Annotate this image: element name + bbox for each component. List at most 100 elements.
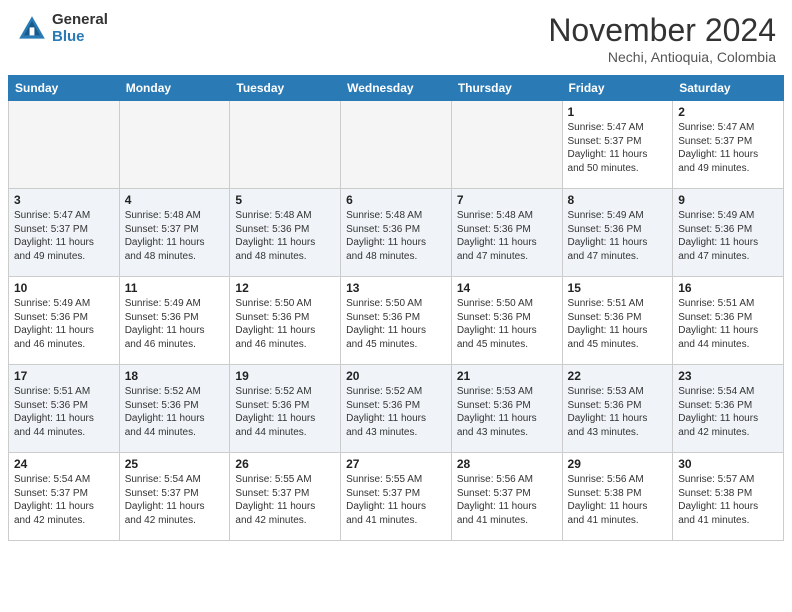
- day-info: Sunrise: 5:51 AM Sunset: 5:36 PM Dayligh…: [14, 385, 114, 439]
- day-number: 7: [457, 193, 557, 207]
- calendar-week-row: 1 Sunrise: 5:47 AM Sunset: 5:37 PM Daylig…: [9, 101, 784, 189]
- calendar-week-row: 24 Sunrise: 5:54 AM Sunset: 5:37 PM Dayli…: [9, 453, 784, 541]
- day-info: Sunrise: 5:54 AM Sunset: 5:37 PM Dayligh…: [125, 473, 225, 527]
- calendar-cell: 21Sunrise: 5:53 AM Sunset: 5:36 PM Dayli…: [451, 365, 562, 453]
- day-number: 6: [346, 193, 446, 207]
- day-info: Sunrise: 5:49 AM Sunset: 5:36 PM Dayligh…: [678, 209, 778, 263]
- calendar-cell: 26 Sunrise: 5:55 AM Sunset: 5:37 PM Dayli…: [230, 453, 341, 541]
- day-number: 16: [678, 281, 778, 295]
- calendar-cell: 3 Sunrise: 5:47 AM Sunset: 5:37 PM Daylig…: [9, 189, 120, 277]
- calendar-cell: 29 Sunrise: 5:56 AM Sunset: 5:38 PM Dayli…: [562, 453, 673, 541]
- day-number: 21: [457, 369, 557, 383]
- day-info: Sunrise: 5:51 AM Sunset: 5:36 PM Dayligh…: [568, 297, 668, 351]
- calendar-cell: 5 Sunrise: 5:48 AM Sunset: 5:36 PM Daylig…: [230, 189, 341, 277]
- day-number: 15: [568, 281, 668, 295]
- day-number: 29: [568, 457, 668, 471]
- calendar-cell: 2 Sunrise: 5:47 AM Sunset: 5:37 PM Daylig…: [673, 101, 784, 189]
- day-info: Sunrise: 5:55 AM Sunset: 5:37 PM Dayligh…: [346, 473, 446, 527]
- day-info: Sunrise: 5:47 AM Sunset: 5:37 PM Dayligh…: [14, 209, 114, 263]
- day-info: Sunrise: 5:47 AM Sunset: 5:37 PM Dayligh…: [678, 121, 778, 175]
- calendar-cell: 1Sunrise: 5:47 AM Sunset: 5:37 PM Daylig…: [562, 101, 673, 189]
- day-number: 24: [14, 457, 114, 471]
- page: General Blue November 2024 Nechi, Antioq…: [0, 0, 792, 612]
- day-number: 17: [14, 369, 114, 383]
- logo-icon: [16, 13, 48, 45]
- day-info: Sunrise: 5:56 AM Sunset: 5:37 PM Dayligh…: [457, 473, 557, 527]
- day-info: Sunrise: 5:50 AM Sunset: 5:36 PM Dayligh…: [346, 297, 446, 351]
- day-number: 19: [235, 369, 335, 383]
- calendar-cell: 15 Sunrise: 5:51 AM Sunset: 5:36 PM Dayli…: [562, 277, 673, 365]
- day-info: Sunrise: 5:48 AM Sunset: 5:36 PM Dayligh…: [457, 209, 557, 263]
- day-number: 1: [568, 105, 668, 119]
- calendar-cell: 11 Sunrise: 5:49 AM Sunset: 5:36 PM Dayli…: [119, 277, 230, 365]
- calendar-weekday-tuesday: Tuesday: [230, 76, 341, 101]
- calendar-cell: 27 Sunrise: 5:55 AM Sunset: 5:37 PM Dayli…: [341, 453, 452, 541]
- calendar-cell: [230, 101, 341, 189]
- calendar-table: SundayMondayTuesdayWednesdayThursdayFrid…: [8, 75, 784, 541]
- calendar-cell: 9Sunrise: 5:49 AM Sunset: 5:36 PM Daylig…: [673, 189, 784, 277]
- day-info: Sunrise: 5:48 AM Sunset: 5:36 PM Dayligh…: [346, 209, 446, 263]
- day-info: Sunrise: 5:49 AM Sunset: 5:36 PM Dayligh…: [568, 209, 668, 263]
- day-number: 27: [346, 457, 446, 471]
- title-area: November 2024 Nechi, Antioquia, Colombia: [548, 12, 776, 65]
- logo-general-text: General: [52, 12, 108, 29]
- day-number: 28: [457, 457, 557, 471]
- calendar-weekday-monday: Monday: [119, 76, 230, 101]
- calendar-cell: 19 Sunrise: 5:52 AM Sunset: 5:36 PM Dayli…: [230, 365, 341, 453]
- day-number: 2: [678, 105, 778, 119]
- day-info: Sunrise: 5:56 AM Sunset: 5:38 PM Dayligh…: [568, 473, 668, 527]
- day-number: 13: [346, 281, 446, 295]
- calendar-cell: 16 Sunrise: 5:51 AM Sunset: 5:36 PM Dayli…: [673, 277, 784, 365]
- calendar-cell: 14 Sunrise: 5:50 AM Sunset: 5:36 PM Dayli…: [451, 277, 562, 365]
- day-number: 14: [457, 281, 557, 295]
- calendar-cell: 25Sunrise: 5:54 AM Sunset: 5:37 PM Dayli…: [119, 453, 230, 541]
- location-title: Nechi, Antioquia, Colombia: [548, 49, 776, 65]
- day-info: Sunrise: 5:50 AM Sunset: 5:36 PM Dayligh…: [457, 297, 557, 351]
- day-info: Sunrise: 5:54 AM Sunset: 5:37 PM Dayligh…: [14, 473, 114, 527]
- logo: General Blue: [16, 12, 108, 45]
- calendar-cell: 17 Sunrise: 5:51 AM Sunset: 5:36 PM Dayli…: [9, 365, 120, 453]
- header: General Blue November 2024 Nechi, Antioq…: [0, 0, 792, 71]
- calendar-week-row: 17 Sunrise: 5:51 AM Sunset: 5:36 PM Dayli…: [9, 365, 784, 453]
- calendar-weekday-wednesday: Wednesday: [341, 76, 452, 101]
- day-number: 20: [346, 369, 446, 383]
- calendar-cell: 8 Sunrise: 5:49 AM Sunset: 5:36 PM Daylig…: [562, 189, 673, 277]
- calendar-cell: 23Sunrise: 5:54 AM Sunset: 5:36 PM Dayli…: [673, 365, 784, 453]
- day-number: 11: [125, 281, 225, 295]
- day-info: Sunrise: 5:49 AM Sunset: 5:36 PM Dayligh…: [125, 297, 225, 351]
- day-info: Sunrise: 5:49 AM Sunset: 5:36 PM Dayligh…: [14, 297, 114, 351]
- calendar-header-row: SundayMondayTuesdayWednesdayThursdayFrid…: [9, 76, 784, 101]
- day-number: 4: [125, 193, 225, 207]
- day-number: 3: [14, 193, 114, 207]
- day-info: Sunrise: 5:51 AM Sunset: 5:36 PM Dayligh…: [678, 297, 778, 351]
- calendar-cell: [9, 101, 120, 189]
- day-info: Sunrise: 5:48 AM Sunset: 5:36 PM Dayligh…: [235, 209, 335, 263]
- day-info: Sunrise: 5:53 AM Sunset: 5:36 PM Dayligh…: [568, 385, 668, 439]
- day-number: 5: [235, 193, 335, 207]
- day-number: 8: [568, 193, 668, 207]
- day-info: Sunrise: 5:48 AM Sunset: 5:37 PM Dayligh…: [125, 209, 225, 263]
- day-info: Sunrise: 5:52 AM Sunset: 5:36 PM Dayligh…: [235, 385, 335, 439]
- calendar-cell: [341, 101, 452, 189]
- day-info: Sunrise: 5:57 AM Sunset: 5:38 PM Dayligh…: [678, 473, 778, 527]
- day-number: 30: [678, 457, 778, 471]
- calendar-week-row: 3 Sunrise: 5:47 AM Sunset: 5:37 PM Daylig…: [9, 189, 784, 277]
- calendar-weekday-sunday: Sunday: [9, 76, 120, 101]
- day-info: Sunrise: 5:54 AM Sunset: 5:36 PM Dayligh…: [678, 385, 778, 439]
- calendar-cell: 12Sunrise: 5:50 AM Sunset: 5:36 PM Dayli…: [230, 277, 341, 365]
- calendar-cell: [119, 101, 230, 189]
- calendar-weekday-friday: Friday: [562, 76, 673, 101]
- calendar-cell: [451, 101, 562, 189]
- calendar-cell: 28 Sunrise: 5:56 AM Sunset: 5:37 PM Dayli…: [451, 453, 562, 541]
- calendar-cell: 18Sunrise: 5:52 AM Sunset: 5:36 PM Dayli…: [119, 365, 230, 453]
- calendar-cell: 24 Sunrise: 5:54 AM Sunset: 5:37 PM Dayli…: [9, 453, 120, 541]
- month-title: November 2024: [548, 12, 776, 49]
- calendar-cell: 7 Sunrise: 5:48 AM Sunset: 5:36 PM Daylig…: [451, 189, 562, 277]
- calendar-weekday-thursday: Thursday: [451, 76, 562, 101]
- day-number: 18: [125, 369, 225, 383]
- calendar-cell: 20Sunrise: 5:52 AM Sunset: 5:36 PM Dayli…: [341, 365, 452, 453]
- logo-blue-text: Blue: [52, 29, 108, 46]
- day-info: Sunrise: 5:55 AM Sunset: 5:37 PM Dayligh…: [235, 473, 335, 527]
- day-number: 26: [235, 457, 335, 471]
- calendar-cell: 4 Sunrise: 5:48 AM Sunset: 5:37 PM Daylig…: [119, 189, 230, 277]
